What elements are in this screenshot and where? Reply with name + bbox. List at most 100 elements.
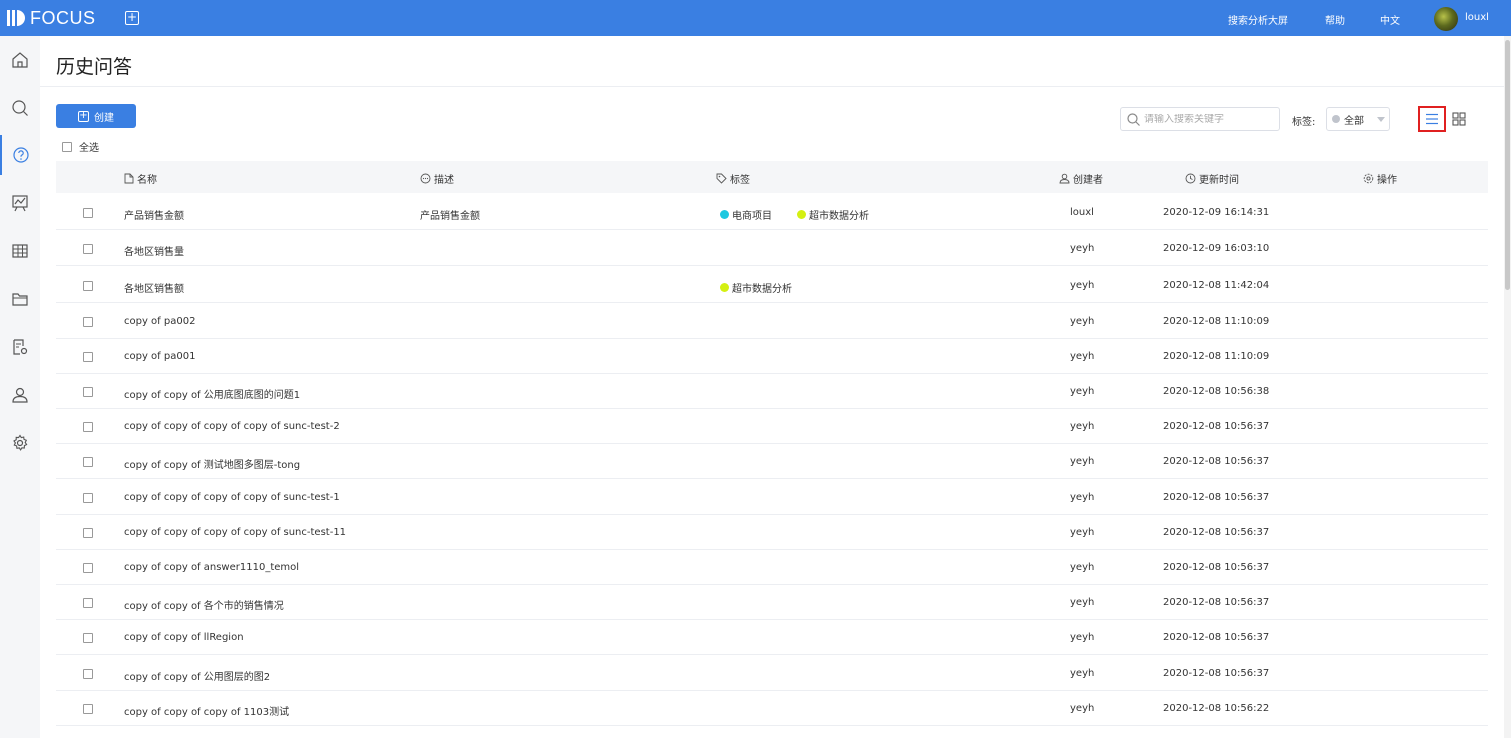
help-link[interactable]: 帮助 [1325, 12, 1345, 27]
column-header-desc[interactable]: 描述 [420, 171, 454, 186]
row-updated-time: 2020-12-08 10:56:37 [1163, 527, 1270, 538]
row-name[interactable]: 各地区销售量 [124, 243, 184, 258]
grid-view-button[interactable] [1451, 111, 1467, 127]
top-navbar: FOCUS + 搜索分析大屏 帮助 中文 louxl [0, 0, 1511, 36]
row-name[interactable]: copy of copy of 测试地图多图层-tong [124, 456, 300, 471]
row-name[interactable]: copy of copy of 公用图层的图2 [124, 668, 270, 683]
table-row[interactable]: 各地区销售额 超市数据分析 yeyh 2020-12-08 11:42:04 [56, 268, 1488, 303]
scrollbar-thumb[interactable] [1505, 40, 1510, 290]
sidebar-item-dashboard[interactable] [0, 183, 40, 223]
folder-icon [12, 293, 28, 306]
tag-filter-select[interactable]: 全部 [1326, 107, 1390, 131]
row-updated-time: 2020-12-08 10:56:37 [1163, 597, 1270, 608]
row-name[interactable]: 各地区销售额 [124, 280, 184, 295]
row-creator: yeyh [1070, 421, 1095, 432]
sidebar [0, 36, 40, 738]
row-name[interactable]: copy of copy of 公用底图底图的问题1 [124, 386, 300, 401]
search-input[interactable] [1144, 113, 1274, 125]
table-row[interactable]: copy of copy of 公用图层的图2 yeyh 2020-12-08 10… [56, 656, 1488, 691]
language-switch[interactable]: 中文 [1380, 12, 1400, 27]
tag-dot-icon [720, 283, 729, 292]
row-name[interactable]: copy of copy of answer1110_temol [124, 562, 299, 573]
table-row[interactable]: copy of copy of copy of copy of sunc-tes… [56, 409, 1488, 444]
tag-dot-icon [1332, 115, 1340, 123]
column-header-creator[interactable]: 创建者 [1059, 171, 1103, 186]
gear-icon [1363, 173, 1374, 184]
table-row[interactable]: copy of copy of copy of copy of sunc-tes… [56, 515, 1488, 550]
row-checkbox[interactable] [83, 493, 93, 503]
row-checkbox[interactable] [83, 598, 93, 608]
row-checkbox[interactable] [83, 208, 93, 218]
row-checkbox[interactable] [83, 244, 93, 254]
row-updated-time: 2020-12-08 11:10:09 [1163, 351, 1270, 362]
plus-square-icon[interactable]: + [125, 11, 139, 25]
row-updated-time: 2020-12-08 11:42:04 [1163, 280, 1270, 291]
sidebar-item-table[interactable] [0, 231, 40, 271]
column-header-name[interactable]: 名称 [124, 171, 157, 186]
dashboard-chart-icon [12, 195, 28, 212]
row-updated-time: 2020-12-08 10:56:22 [1163, 703, 1270, 714]
title-divider [40, 86, 1511, 87]
table-row[interactable]: copy of copy of copy of copy of sunc-tes… [56, 480, 1488, 515]
row-checkbox[interactable] [83, 704, 93, 714]
table-row[interactable]: copy of copy of answer1110_temol yeyh 2020… [56, 550, 1488, 585]
sidebar-item-folder[interactable] [0, 279, 40, 319]
sidebar-item-history-qa[interactable] [0, 135, 40, 175]
row-checkbox[interactable] [83, 563, 93, 573]
row-checkbox[interactable] [83, 528, 93, 538]
table-row[interactable]: copy of copy of llRegion yeyh 2020-12-08 1… [56, 620, 1488, 655]
tag-dot-icon [797, 210, 806, 219]
select-all-checkbox[interactable] [62, 141, 72, 152]
row-checkbox[interactable] [83, 281, 93, 291]
column-header-tags[interactable]: 标签 [716, 171, 750, 186]
table-row[interactable]: copy of copy of 测试地图多图层-tong yeyh 2020-12-… [56, 444, 1488, 479]
sidebar-item-settings[interactable] [0, 423, 40, 463]
list-view-button[interactable] [1418, 106, 1446, 132]
row-creator: yeyh [1070, 632, 1095, 643]
sidebar-item-search[interactable] [0, 88, 40, 128]
sidebar-item-file-settings[interactable] [0, 327, 40, 367]
row-checkbox[interactable] [83, 317, 93, 327]
row-checkbox[interactable] [83, 422, 93, 432]
row-name[interactable]: copy of copy of 各个市的销售情况 [124, 597, 284, 612]
row-name[interactable]: copy of copy of llRegion [124, 632, 244, 643]
table-row[interactable]: copy of copy of 公用底图底图的问题1 yeyh 2020-12-08… [56, 374, 1488, 409]
table-row[interactable]: copy of pa001 yeyh 2020-12-08 11:10:09 [56, 339, 1488, 374]
sidebar-item-home[interactable] [0, 40, 40, 80]
username[interactable]: louxl [1465, 12, 1489, 23]
select-all: 全选 [62, 139, 99, 154]
grid-icon [1452, 112, 1466, 126]
row-name[interactable]: copy of copy of copy of copy of sunc-tes… [124, 492, 340, 503]
avatar[interactable] [1434, 7, 1458, 31]
table-row[interactable]: 各地区销售量 yeyh 2020-12-09 16:03:10 [56, 231, 1488, 266]
row-checkbox[interactable] [83, 387, 93, 397]
search-dashboard-link[interactable]: 搜索分析大屏 [1228, 12, 1288, 27]
table-row[interactable]: copy of copy of 各个市的销售情况 yeyh 2020-12-08 1… [56, 585, 1488, 620]
row-name[interactable]: copy of copy of copy of 1103测试 [124, 703, 289, 718]
row-name[interactable]: copy of pa002 [124, 316, 195, 327]
row-tag: 超市数据分析 [797, 207, 869, 222]
row-checkbox[interactable] [83, 352, 93, 362]
row-name[interactable]: 产品销售金额 [124, 207, 184, 222]
table-row[interactable]: 产品销售金额 产品销售金额 电商项目 超市数据分析 louxl 2020-12-09 16… [56, 195, 1488, 230]
row-name[interactable]: copy of copy of copy of copy of sunc-tes… [124, 527, 346, 538]
table-row[interactable]: copy of pa002 yeyh 2020-12-08 11:10:09 [56, 304, 1488, 339]
row-updated-time: 2020-12-08 10:56:37 [1163, 492, 1270, 503]
row-checkbox[interactable] [83, 457, 93, 467]
row-updated-time: 2020-12-08 11:10:09 [1163, 316, 1270, 327]
row-tag: 超市数据分析 [720, 280, 792, 295]
row-creator: yeyh [1070, 316, 1095, 327]
row-creator: yeyh [1070, 597, 1095, 608]
focus-logo[interactable]: FOCUS [6, 8, 96, 28]
table-row[interactable]: copy of copy of copy of 1103测试 yeyh 2020-1… [56, 691, 1488, 726]
row-checkbox[interactable] [83, 633, 93, 643]
column-header-updated[interactable]: 更新时间 [1185, 171, 1239, 186]
create-button[interactable]: + 创建 [56, 104, 136, 128]
row-name[interactable]: copy of copy of copy of copy of sunc-tes… [124, 421, 340, 432]
row-creator: yeyh [1070, 492, 1095, 503]
row-creator: yeyh [1070, 243, 1095, 254]
sidebar-item-user[interactable] [0, 375, 40, 415]
row-checkbox[interactable] [83, 669, 93, 679]
row-tag-label: 超市数据分析 [732, 284, 792, 295]
row-name[interactable]: copy of pa001 [124, 351, 195, 362]
